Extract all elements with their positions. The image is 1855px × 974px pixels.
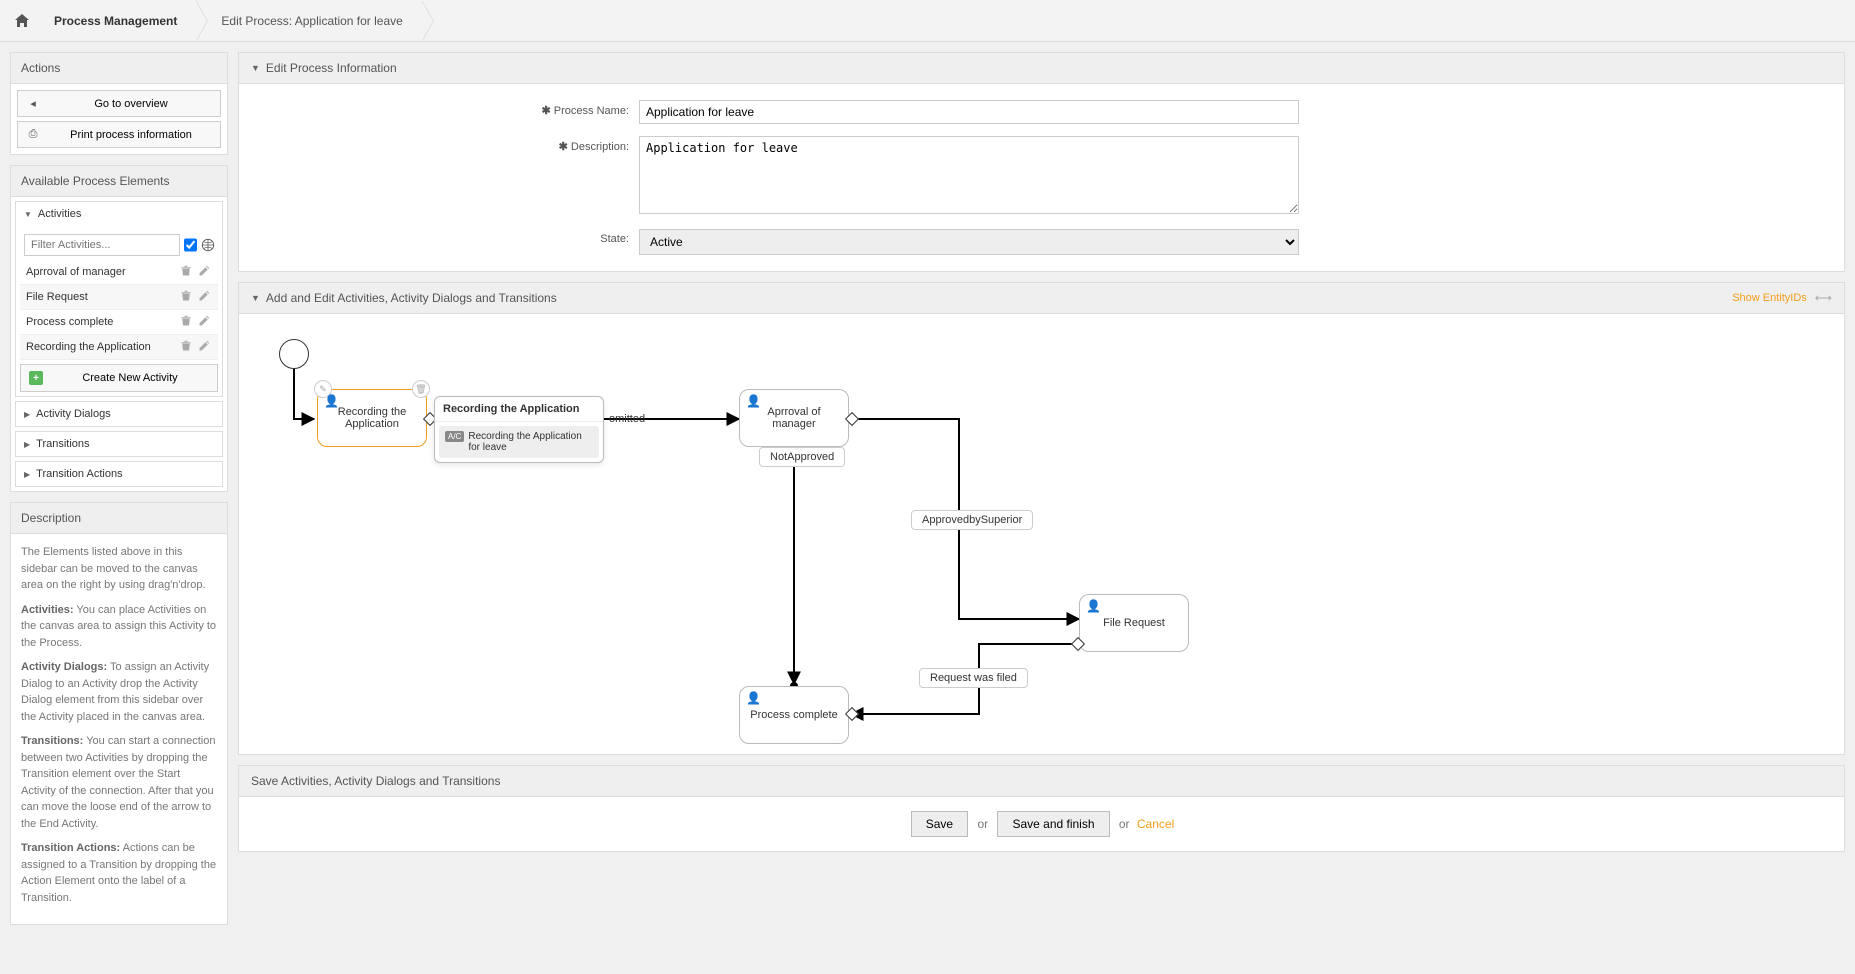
transitions-section: Transitions bbox=[15, 431, 223, 457]
description-textarea[interactable]: Application for leave bbox=[639, 136, 1299, 214]
plus-icon: + bbox=[29, 371, 43, 385]
activities-head[interactable]: Activities bbox=[16, 202, 222, 226]
activity-item-label: Aprroval of manager bbox=[26, 266, 176, 278]
transition-label-filed[interactable]: Request was filed bbox=[919, 668, 1028, 688]
node-label: Aprroval of manager bbox=[746, 406, 842, 430]
edit-icon[interactable] bbox=[198, 290, 212, 304]
canvas-area[interactable]: ✎ 🗑 👤 Recording the Application Recordin… bbox=[239, 314, 1844, 754]
delete-icon[interactable] bbox=[180, 315, 194, 329]
user-icon: 👤 bbox=[324, 394, 339, 408]
delete-icon[interactable] bbox=[180, 340, 194, 354]
show-entity-ids-link[interactable]: Show EntityIDs bbox=[1732, 292, 1807, 304]
delete-icon[interactable] bbox=[180, 265, 194, 279]
transition-actions-section: Transition Actions bbox=[15, 461, 223, 487]
edit-icon[interactable] bbox=[198, 340, 212, 354]
overview-label: Go to overview bbox=[50, 98, 212, 110]
activity-dialogs-head[interactable]: Activity Dialogs bbox=[16, 402, 222, 426]
process-name-input[interactable] bbox=[639, 100, 1299, 124]
print-process-button[interactable]: ⎙ Print process information bbox=[17, 121, 221, 148]
elements-widget: Available Process Elements Activities Ap… bbox=[10, 165, 228, 492]
actions-widget: Actions ◂ Go to overview ⎙ Print process… bbox=[10, 52, 228, 155]
save-panel: Save Activities, Activity Dialogs and Tr… bbox=[238, 765, 1845, 852]
popup-row-text: Recording the Application for leave bbox=[468, 431, 593, 453]
node-approval[interactable]: 👤 Aprroval of manager bbox=[739, 389, 849, 447]
node-file-request[interactable]: 👤 File Request bbox=[1079, 594, 1189, 652]
edit-icon[interactable] bbox=[198, 265, 212, 279]
node-label: File Request bbox=[1103, 617, 1165, 629]
cancel-link[interactable]: Cancel bbox=[1137, 817, 1174, 831]
activity-popup[interactable]: Recording the Application A/C Recording … bbox=[434, 396, 604, 463]
node-label: Recording the Application bbox=[324, 406, 420, 430]
crumb-process-management[interactable]: Process Management bbox=[30, 0, 197, 42]
go-to-overview-button[interactable]: ◂ Go to overview bbox=[17, 90, 221, 117]
activity-item-label: Process complete bbox=[26, 316, 176, 328]
crumb-edit-process: Edit Process: Application for leave bbox=[197, 0, 422, 42]
delete-icon[interactable] bbox=[180, 290, 194, 304]
description-label: ✱ Description: bbox=[259, 136, 639, 153]
description-title: Description bbox=[11, 503, 227, 534]
transition-actions-head[interactable]: Transition Actions bbox=[16, 462, 222, 486]
popup-title: Recording the Application bbox=[435, 397, 603, 422]
description-widget: Description The Elements listed above in… bbox=[10, 502, 228, 925]
content: Edit Process Information ✱ Process Name:… bbox=[238, 52, 1845, 935]
description-body: The Elements listed above in this sideba… bbox=[11, 534, 227, 924]
activity-item[interactable]: Aprroval of manager bbox=[20, 260, 218, 285]
create-new-activity-button[interactable]: + Create New Activity bbox=[20, 364, 218, 392]
popup-row[interactable]: A/C Recording the Application for leave bbox=[439, 426, 599, 458]
globe-icon[interactable] bbox=[201, 238, 215, 252]
state-select[interactable]: Active bbox=[639, 229, 1299, 255]
activities-section: Activities Aprroval of manager bbox=[15, 201, 223, 397]
activity-item-label: Recording the Application bbox=[26, 341, 176, 353]
desc-p4: Transitions: You can start a connection … bbox=[21, 733, 217, 832]
activity-item[interactable]: Recording the Application bbox=[20, 335, 218, 360]
node-delete-icon[interactable]: 🗑 bbox=[412, 380, 430, 398]
filter-checkbox[interactable] bbox=[184, 238, 197, 252]
actions-title: Actions bbox=[11, 53, 227, 84]
canvas-title[interactable]: Add and Edit Activities, Activity Dialog… bbox=[239, 283, 1844, 314]
transition-label-approved[interactable]: ApprovedbySuperior bbox=[911, 510, 1033, 530]
node-recording[interactable]: ✎ 🗑 👤 Recording the Application bbox=[317, 389, 427, 447]
home-icon[interactable] bbox=[14, 13, 30, 29]
transition-label-submitted[interactable]: omitted bbox=[599, 410, 655, 428]
transition-label-notapproved[interactable]: NotApproved bbox=[759, 447, 845, 467]
sidebar: Actions ◂ Go to overview ⎙ Print process… bbox=[10, 52, 228, 935]
node-process-complete[interactable]: 👤 Process complete bbox=[739, 686, 849, 744]
desc-p2: Activities: You can place Activities on … bbox=[21, 602, 217, 652]
activity-item[interactable]: Process complete bbox=[20, 310, 218, 335]
save-and-finish-button[interactable]: Save and finish bbox=[997, 811, 1109, 837]
canvas-lines bbox=[239, 314, 1844, 754]
print-icon: ⎙ bbox=[26, 128, 40, 141]
print-label: Print process information bbox=[50, 129, 212, 141]
or-text: or bbox=[977, 817, 988, 831]
transitions-head[interactable]: Transitions bbox=[16, 432, 222, 456]
state-label: State: bbox=[259, 229, 639, 245]
canvas-panel: Add and Edit Activities, Activity Dialog… bbox=[238, 282, 1845, 755]
user-icon: 👤 bbox=[1086, 599, 1101, 613]
start-node[interactable] bbox=[279, 339, 309, 369]
desc-p3: Activity Dialogs: To assign an Activity … bbox=[21, 659, 217, 725]
user-icon: 👤 bbox=[746, 691, 761, 705]
back-icon: ◂ bbox=[26, 97, 40, 110]
create-label: Create New Activity bbox=[51, 372, 209, 384]
user-icon: 👤 bbox=[746, 394, 761, 408]
activity-dialogs-section: Activity Dialogs bbox=[15, 401, 223, 427]
elements-title: Available Process Elements bbox=[11, 166, 227, 197]
filter-activities-input[interactable] bbox=[24, 234, 180, 256]
desc-p5: Transition Actions: Actions can be assig… bbox=[21, 840, 217, 906]
save-panel-title: Save Activities, Activity Dialogs and Tr… bbox=[239, 766, 1844, 797]
or-text: or bbox=[1119, 817, 1130, 831]
edit-process-title[interactable]: Edit Process Information bbox=[239, 53, 1844, 84]
edit-process-panel: Edit Process Information ✱ Process Name:… bbox=[238, 52, 1845, 272]
process-name-label: ✱ Process Name: bbox=[259, 100, 639, 117]
edit-icon[interactable] bbox=[198, 315, 212, 329]
activity-list: Aprroval of manager File Request Process… bbox=[20, 260, 218, 360]
node-label: Process complete bbox=[750, 709, 837, 721]
activity-item[interactable]: File Request bbox=[20, 285, 218, 310]
breadcrumb: Process Management Edit Process: Applica… bbox=[0, 0, 1855, 42]
expand-icon[interactable]: ⟷ bbox=[1815, 291, 1832, 305]
desc-p1: The Elements listed above in this sideba… bbox=[21, 544, 217, 594]
activity-item-label: File Request bbox=[26, 291, 176, 303]
save-button[interactable]: Save bbox=[911, 811, 968, 837]
popup-tag: A/C bbox=[445, 431, 464, 442]
